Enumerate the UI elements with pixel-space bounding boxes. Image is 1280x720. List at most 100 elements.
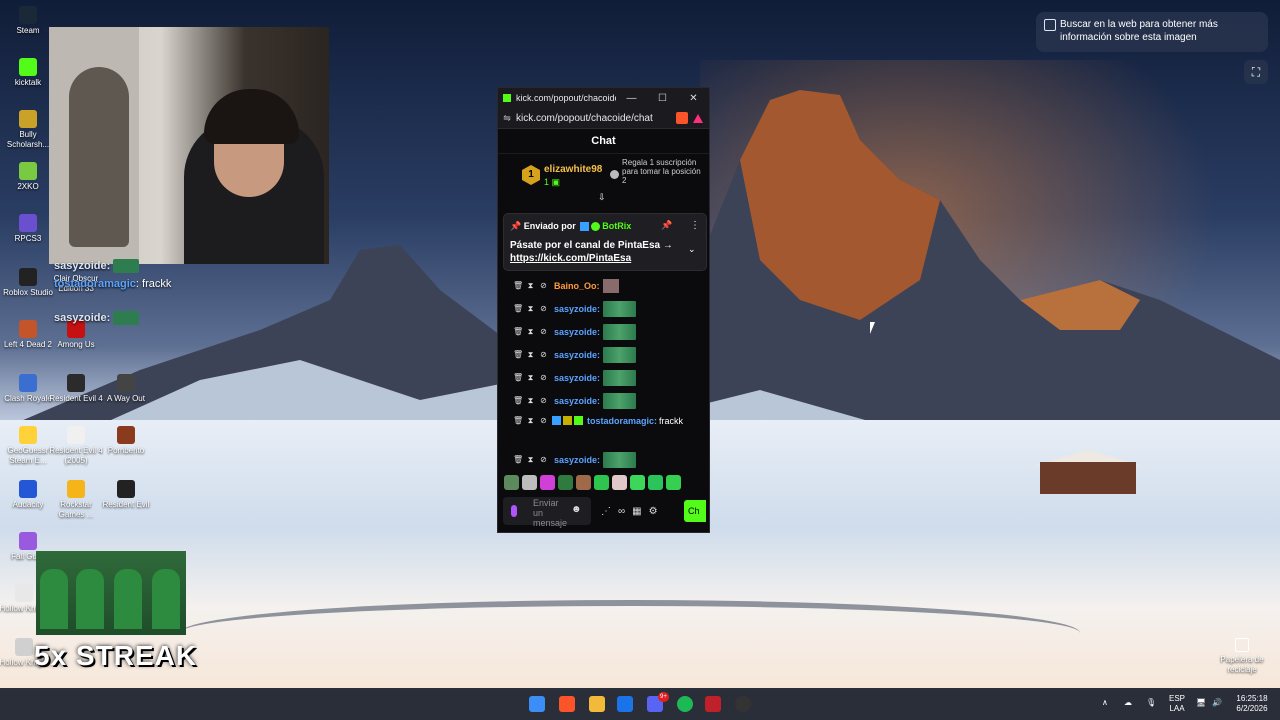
spotify-icon[interactable] — [677, 696, 693, 712]
desktop-icon-resident-evil[interactable]: Resident Evil — [98, 480, 154, 510]
delete-icon[interactable]: 🗑 — [513, 373, 523, 382]
quick-emote[interactable] — [630, 475, 645, 490]
quick-emote[interactable] — [558, 475, 573, 490]
quick-emote[interactable] — [648, 475, 663, 490]
desktop-icon-kicktalk[interactable]: kicktalk — [0, 58, 56, 88]
tray-expand-icon[interactable]: ∧ — [1102, 698, 1108, 708]
emoji-icon[interactable]: ☻ — [571, 504, 582, 515]
desktop-icon-resident-evil-4-2005[interactable]: Resident Evil 4 (2005) — [48, 426, 104, 466]
delete-icon[interactable]: 🗑 — [513, 350, 523, 359]
quick-emote[interactable] — [666, 475, 681, 490]
chat-username[interactable]: Baino_Oo: — [554, 281, 600, 291]
brave-shields-icon[interactable] — [676, 112, 688, 124]
delete-icon[interactable]: 🗑 — [513, 327, 523, 336]
ban-icon[interactable]: ⊘ — [539, 396, 548, 405]
quick-emote[interactable] — [576, 475, 591, 490]
bing-icon[interactable] — [617, 696, 633, 712]
chat-username[interactable]: tostadoramagic: — [587, 416, 657, 426]
timeout-icon[interactable]: ⧗ — [526, 416, 535, 426]
microphone-tray-icon[interactable]: 🎙 — [1146, 698, 1156, 708]
chat-message[interactable]: 🗑 ⧗ ⊘ sasyzoide: — [498, 448, 709, 471]
delete-icon[interactable]: 🗑 — [513, 416, 523, 425]
unpin-icon[interactable]: 📌 — [661, 220, 672, 231]
timeout-icon[interactable]: ⧗ — [526, 396, 535, 406]
microphone-icon[interactable] — [511, 505, 517, 517]
file-explorer-icon[interactable] — [589, 696, 605, 712]
desktop-icon-steam[interactable]: Steam — [0, 6, 56, 36]
ban-icon[interactable]: ⊘ — [539, 281, 548, 290]
more-options-icon[interactable]: ⋮ — [690, 220, 700, 231]
chat-username[interactable]: sasyzoide: — [554, 350, 600, 360]
delete-icon[interactable]: 🗑 — [513, 455, 523, 464]
delete-icon[interactable]: 🗑 — [513, 396, 523, 405]
desktop-icon-rpcs3[interactable]: RPCS3 — [0, 214, 56, 244]
quick-emote[interactable] — [504, 475, 519, 490]
timeout-icon[interactable]: ⧗ — [526, 281, 535, 291]
desktop-icon-2xko[interactable]: 2XKO — [0, 162, 56, 192]
ban-icon[interactable]: ⊘ — [539, 327, 548, 336]
chat-message[interactable]: 🗑 ⧗ ⊘ sasyzoide: — [498, 389, 709, 412]
pinned-link[interactable]: https://kick.com/PintaEsa — [510, 253, 631, 264]
brave-rewards-icon[interactable] — [693, 113, 703, 123]
chat-message[interactable]: 🗑 ⧗ ⊘ sasyzoide: — [498, 366, 709, 389]
share-icon[interactable]: ⋰ — [601, 506, 611, 517]
desktop-icon-a-way-out[interactable]: A Way Out — [98, 374, 154, 404]
volume-icon[interactable]: 🔊 — [1212, 698, 1222, 708]
desktop-icon-pomberito[interactable]: Pomberito — [98, 426, 154, 456]
chat-message[interactable]: 🗑 ⧗ ⊘ sasyzoide: — [498, 320, 709, 343]
store-icon[interactable]: ▦ — [632, 506, 641, 517]
collapse-icon[interactable]: ⇩ — [598, 192, 606, 203]
delete-icon[interactable]: 🗑 — [513, 304, 523, 313]
timeout-icon[interactable]: ⧗ — [526, 327, 535, 337]
ban-icon[interactable]: ⊘ — [539, 350, 548, 359]
chat-username[interactable]: sasyzoide: — [554, 396, 600, 406]
gift-username[interactable]: elizawhite98 — [544, 164, 602, 175]
maximize-button[interactable]: ☐ — [647, 93, 678, 104]
desktop-icon-recycle-bin[interactable]: Papelera de reciclaje — [1218, 638, 1266, 675]
pinned-message[interactable]: 📌 Enviado por BotRix 📌 ⋮ Pásate por el c… — [503, 213, 707, 271]
timeout-icon[interactable]: ⧗ — [526, 455, 535, 465]
language-indicator[interactable]: ESP LAA — [1166, 694, 1188, 714]
clock[interactable]: 16:25:18 6/2/2026 — [1230, 694, 1274, 714]
chat-username[interactable]: sasyzoide: — [554, 373, 600, 383]
chat-message[interactable]: 🗑 ⧗ ⊘ sasyzoide: — [498, 297, 709, 320]
site-settings-icon[interactable]: ⇋ — [498, 113, 516, 124]
gift-leaderboard[interactable]: 1 elizawhite98 1 ▣ Regala 1 suscripción … — [498, 154, 709, 202]
onedrive-icon[interactable]: ☁ — [1124, 698, 1132, 708]
obs-icon[interactable] — [735, 696, 751, 712]
ban-icon[interactable]: ⊘ — [539, 304, 548, 313]
chat-message[interactable]: 🗑 ⧗ ⊘ tostadoramagic: frackk — [498, 412, 709, 448]
chat-username[interactable]: sasyzoide: — [554, 304, 600, 314]
desktop-icon-resident-evil-4[interactable]: Resident Evil 4 — [48, 374, 104, 404]
chat-username[interactable]: sasyzoide: — [554, 455, 600, 465]
quick-emote[interactable] — [594, 475, 609, 490]
network-icon[interactable]: 🖥 — [1196, 698, 1206, 708]
ban-icon[interactable]: ⊘ — [539, 416, 548, 425]
close-button[interactable]: ✕ — [678, 93, 709, 104]
ban-icon[interactable]: ⊘ — [539, 455, 548, 464]
app-icon[interactable] — [705, 696, 721, 712]
delete-icon[interactable]: 🗑 — [513, 281, 523, 290]
quick-emote[interactable] — [522, 475, 537, 490]
chat-input[interactable]: Enviar un mensaje ☻ — [503, 497, 591, 528]
timeout-icon[interactable]: ⧗ — [526, 350, 535, 360]
expand-chevron-icon[interactable]: ⌄ — [688, 244, 696, 255]
chat-username[interactable]: sasyzoide: — [554, 327, 600, 337]
timeout-icon[interactable]: ⧗ — [526, 373, 535, 383]
timeout-icon[interactable]: ⧗ — [526, 304, 535, 314]
quick-emote[interactable] — [612, 475, 627, 490]
ban-icon[interactable]: ⊘ — [539, 373, 548, 382]
settings-gear-icon[interactable]: ⚙ — [649, 506, 658, 517]
infinity-icon[interactable]: ∞ — [618, 506, 625, 517]
minimize-button[interactable]: — — [616, 93, 647, 104]
start-menu-icon[interactable] — [529, 696, 545, 712]
desktop-icon-rockstar[interactable]: Rockstar Games ... — [48, 480, 104, 520]
chat-message[interactable]: 🗑 ⧗ ⊘ sasyzoide: — [498, 343, 709, 366]
brave-browser-icon[interactable] — [559, 696, 575, 712]
scan-button[interactable]: ⛶ — [1244, 60, 1268, 84]
url-text[interactable]: kick.com/popout/chacoide/chat — [516, 113, 676, 124]
visual-search-tooltip[interactable]: Buscar en la web para obtener más inform… — [1036, 12, 1268, 52]
chat-message[interactable]: 🗑 ⧗ ⊘ Baino_Oo: — [498, 274, 709, 297]
desktop-icon-bully[interactable]: Bully Scholarsh... — [0, 110, 56, 150]
send-chat-button[interactable]: Ch — [684, 500, 706, 522]
